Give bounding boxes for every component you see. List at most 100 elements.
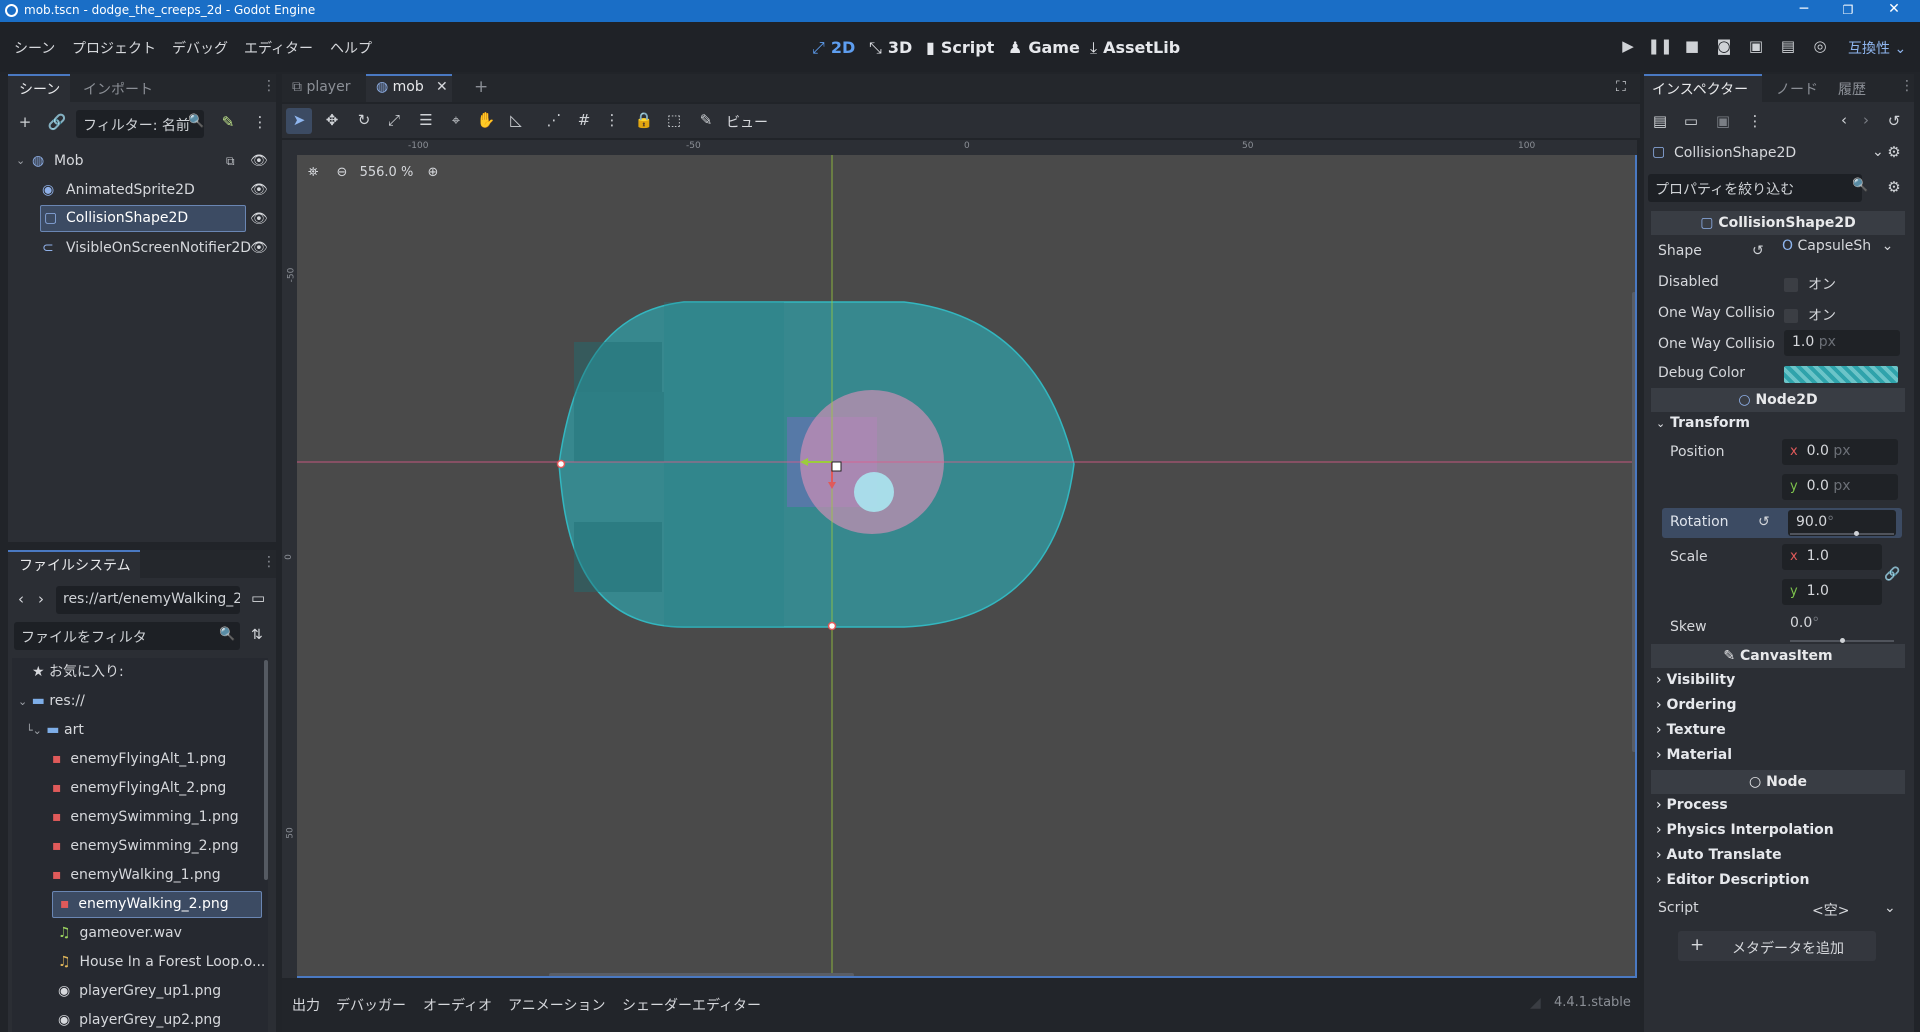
add-metadata-button[interactable]: + メタデータを追加 <box>1678 931 1876 961</box>
close-icon[interactable]: ✕ <box>1874 1 1914 17</box>
select-tool-icon[interactable]: ➤ <box>289 111 309 129</box>
view-menu[interactable]: ビュー <box>726 112 768 132</box>
restore-icon[interactable]: ❐ <box>1828 3 1868 17</box>
slider-grabber[interactable] <box>1854 531 1859 536</box>
transform-category[interactable]: ⌄ Transform <box>1656 415 1750 431</box>
position-y-field[interactable]: y 0.0 px <box>1782 474 1898 500</box>
scale-y-field[interactable]: y 1.0 <box>1782 579 1882 605</box>
new-tab-icon[interactable]: + <box>474 77 488 97</box>
menu-editor[interactable]: エディター <box>244 38 313 58</box>
dock-menu-icon[interactable]: ⋮ <box>1900 78 1914 94</box>
tree-node-visibleonscreennotifier2d[interactable]: ⊂ VisibleOnScreenNotifier2D 👁 <box>10 234 272 262</box>
scene-filter-input[interactable]: フィルター: 名前 <box>76 110 204 138</box>
visibility-eye-icon[interactable]: 👁 <box>250 234 268 262</box>
tab-debugger[interactable]: デバッガー <box>336 995 406 1015</box>
visibility-eye-icon[interactable]: 👁 <box>250 205 268 233</box>
split-view-icon[interactable]: ▭ <box>251 589 265 607</box>
tab-import[interactable]: インポート <box>83 79 153 99</box>
zoom-out-icon[interactable]: ⊖ <box>337 165 348 180</box>
forward-icon[interactable]: › <box>38 590 44 608</box>
node-type-select[interactable]: ▢ CollisionShape2D ⌄ <box>1650 140 1890 168</box>
expand-arrow-icon[interactable]: └⌄ <box>26 724 42 737</box>
expand-arrow-icon[interactable]: ⌄ <box>16 147 25 175</box>
instance-scene-icon[interactable]: 🔗 <box>47 113 67 131</box>
script-value[interactable]: <空> <box>1812 900 1849 920</box>
workspace-script[interactable]: ▮ Script <box>926 38 994 57</box>
renderer-select[interactable]: 互換性 ⌄ <box>1848 38 1906 58</box>
file-item[interactable]: ▪ enemyWalking_2.png <box>60 890 229 918</box>
visibility-category[interactable]: › Visibility <box>1656 672 1735 688</box>
play-icon[interactable]: ▶ <box>1615 37 1641 55</box>
shape-handle[interactable] <box>827 621 837 631</box>
save-resource-icon[interactable]: ▣ <box>1713 112 1733 130</box>
scrollbar[interactable] <box>264 660 268 880</box>
file-item[interactable]: ◉ playerGrey_up1.png <box>58 977 221 1005</box>
play-custom-icon[interactable]: ▤ <box>1775 37 1801 55</box>
tab-history[interactable]: 履歴 <box>1838 79 1866 99</box>
folder-art[interactable]: └⌄ ▬ art <box>26 716 84 744</box>
workspace-3d[interactable]: ⤡ 3D <box>869 38 912 58</box>
group-icon[interactable]: ⧉ <box>226 147 235 175</box>
favorites-row[interactable]: ★ お気に入り: <box>32 658 124 686</box>
tab-animation[interactable]: アニメーション <box>508 995 605 1015</box>
dock-menu-icon[interactable]: ⋮ <box>262 554 276 570</box>
file-item[interactable]: ▪ enemyFlyingAlt_1.png <box>52 745 226 773</box>
menu-help[interactable]: ヘルプ <box>330 38 372 58</box>
file-item[interactable]: ▪ enemySwimming_1.png <box>52 803 239 831</box>
smart-snap-icon[interactable]: ⋰ <box>544 111 564 129</box>
bone-icon[interactable]: ✎ <box>696 111 716 129</box>
auto-translate-category[interactable]: › Auto Translate <box>1656 847 1782 863</box>
workspace-2d[interactable]: ⤢ 2D <box>812 38 855 58</box>
visibility-eye-icon[interactable]: 👁 <box>250 147 268 175</box>
path-field[interactable]: res://art/enemyWalking_2. <box>56 586 240 614</box>
center-view-icon[interactable]: ⛯ <box>308 165 318 180</box>
material-category[interactable]: › Material <box>1656 747 1732 763</box>
history-forward-icon[interactable]: › <box>1856 111 1876 129</box>
scene-more-icon[interactable]: ⋮ <box>250 113 270 131</box>
history-back-icon[interactable]: ‹ <box>1834 111 1854 129</box>
texture-category[interactable]: › Texture <box>1656 722 1726 738</box>
move-tool-icon[interactable]: ✥ <box>322 111 342 129</box>
ordering-category[interactable]: › Ordering <box>1656 697 1737 713</box>
sort-icon[interactable]: ⇅ <box>251 627 263 643</box>
pause-icon[interactable]: ❚❚ <box>1647 37 1673 55</box>
file-item[interactable]: ▪ enemyWalking_1.png <box>52 861 221 889</box>
file-filter-input[interactable]: ファイルをフィルタ <box>14 622 240 650</box>
dock-menu-icon[interactable]: ⋮ <box>262 78 276 94</box>
file-item[interactable]: ▪ enemyFlyingAlt_2.png <box>52 774 226 802</box>
file-item[interactable]: ◉ playerGrey_up2.png <box>58 1006 221 1032</box>
resource-menu-icon[interactable]: ⋮ <box>1745 112 1765 130</box>
tab-output[interactable]: 出力 <box>292 995 320 1015</box>
stop-icon[interactable]: ■ <box>1679 37 1705 55</box>
canvas-viewport[interactable] <box>282 140 1637 978</box>
ruler-tool-icon[interactable]: ◺ <box>506 111 526 129</box>
property-options-icon[interactable]: ⚙ <box>1884 178 1904 196</box>
one-way-margin-field[interactable]: 1.0 px <box>1784 330 1900 356</box>
debug-color-swatch[interactable] <box>1784 366 1898 383</box>
tab-shader-editor[interactable]: シェーダーエディター <box>622 995 761 1015</box>
file-item[interactable]: ♫ House In a Forest Loop.o... <box>58 948 265 976</box>
disabled-checkbox[interactable]: オン <box>1784 274 1836 294</box>
v-scrollbar[interactable] <box>1632 292 1636 752</box>
pan-tool-icon[interactable]: ✋ <box>476 111 496 129</box>
tree-node-mob[interactable]: ⌄ ◍ Mob ⧉ 👁 <box>10 147 272 175</box>
shape-handle[interactable] <box>556 459 566 469</box>
fullscreen-icon[interactable]: ⛶ <box>1616 79 1626 95</box>
menu-scene[interactable]: シーン <box>14 38 55 58</box>
object-history-icon[interactable]: ↺ <box>1884 112 1904 130</box>
zoom-level[interactable]: 556.0 % <box>360 165 414 180</box>
back-icon[interactable]: ‹ <box>18 590 24 608</box>
minimize-icon[interactable]: ─ <box>1784 1 1824 17</box>
tree-node-animatedsprite2d[interactable]: ◉ AnimatedSprite2D 👁 <box>10 176 272 204</box>
new-resource-icon[interactable]: ▤ <box>1650 112 1670 130</box>
open-docs-icon[interactable]: ⚙ <box>1884 143 1904 161</box>
h-scrollbar[interactable] <box>549 973 854 977</box>
tab-node[interactable]: ノード <box>1776 79 1818 99</box>
expand-arrow-icon[interactable]: ⌄ <box>18 695 27 708</box>
workspace-assetlib[interactable]: ⤓ AssetLib <box>1090 38 1180 58</box>
attach-script-icon[interactable]: ✎ <box>218 113 238 131</box>
load-resource-icon[interactable]: ▭ <box>1681 112 1701 130</box>
slider-grabber[interactable] <box>1840 638 1845 643</box>
group-select-icon[interactable]: ⬚ <box>664 111 684 129</box>
file-item[interactable]: ▪ enemySwimming_2.png <box>52 832 239 860</box>
